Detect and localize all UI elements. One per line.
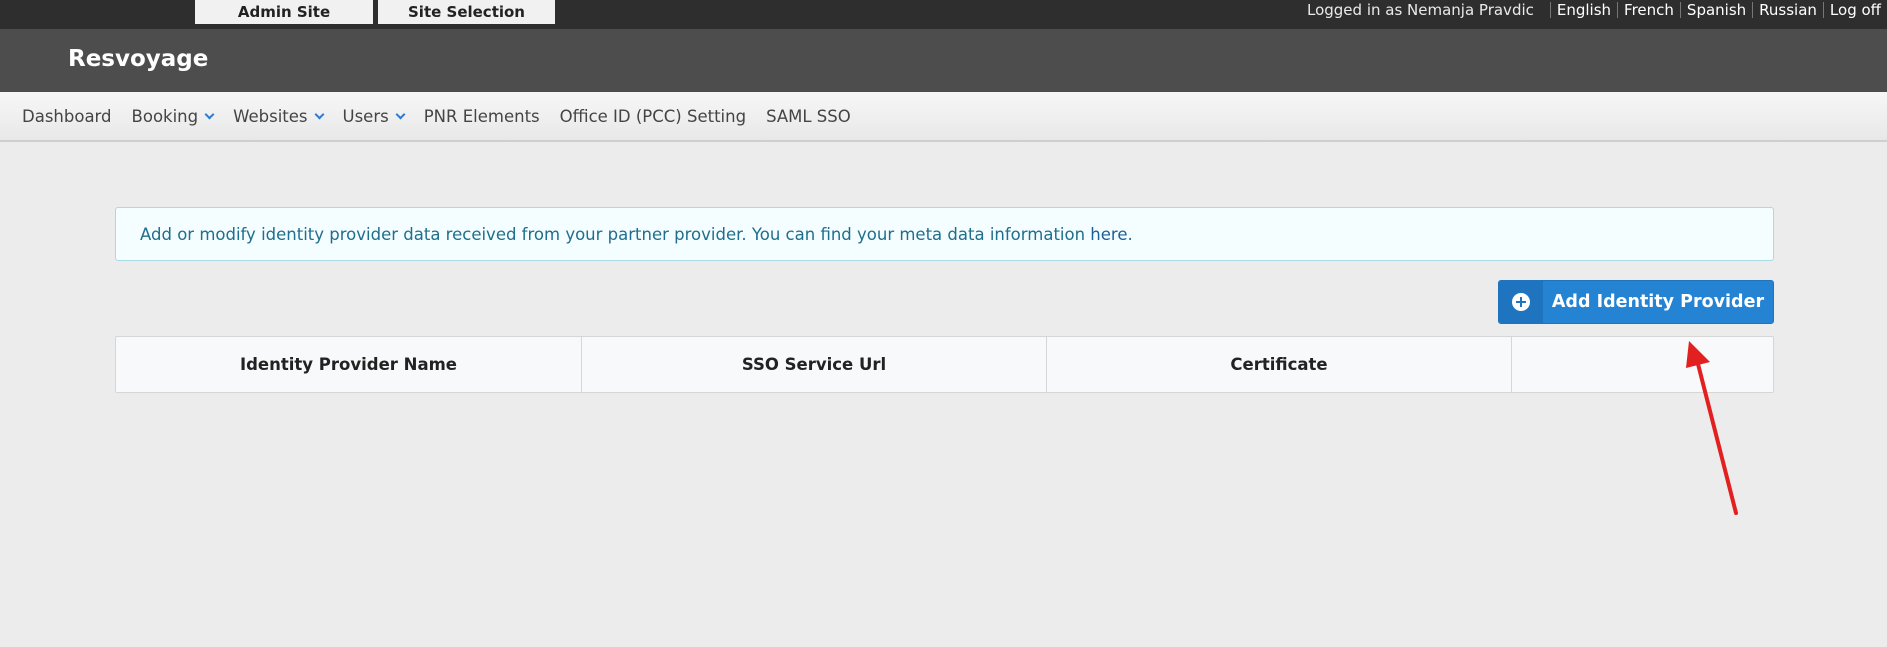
language-russian-link[interactable]: Russian <box>1759 1 1817 19</box>
nav-item-users[interactable]: Users <box>342 106 406 126</box>
divider <box>1822 2 1824 18</box>
top-bar: Admin Site Site Selection Logged in as N… <box>0 0 1887 29</box>
nav-item-office-id-setting[interactable]: Office ID (PCC) Setting <box>560 107 746 126</box>
column-header-certificate[interactable]: Certificate <box>1047 337 1512 392</box>
nav-item-booking[interactable]: Booking <box>131 106 215 126</box>
language-spanish-link[interactable]: Spanish <box>1687 1 1746 19</box>
nav-item-label: Websites <box>233 106 308 126</box>
nav-item-saml-sso[interactable]: SAML SSO <box>766 107 851 126</box>
language-english-link[interactable]: English <box>1557 1 1611 19</box>
nav-item-label: Booking <box>131 106 199 126</box>
brand-bar: Resvoyage <box>0 29 1887 92</box>
divider <box>1752 2 1754 18</box>
divider <box>1617 2 1619 18</box>
add-identity-provider-button[interactable]: Add Identity Provider <box>1498 280 1774 324</box>
nav-item-label: Users <box>342 106 389 126</box>
language-french-link[interactable]: French <box>1624 1 1674 19</box>
add-identity-provider-label: Add Identity Provider <box>1551 292 1765 312</box>
logged-in-text: Logged in as Nemanja Pravdic <box>1306 1 1534 19</box>
tab-site-selection[interactable]: Site Selection <box>378 0 555 24</box>
divider <box>1679 2 1681 18</box>
nav-item-label: PNR Elements <box>423 106 540 126</box>
chevron-down-icon <box>204 109 215 120</box>
button-icon-area <box>1499 281 1543 323</box>
info-alert: Add or modify identity provider data rec… <box>115 207 1774 261</box>
nav-item-label: SAML SSO <box>766 106 851 126</box>
info-text-end: . <box>1127 224 1133 244</box>
plus-circle-icon <box>1512 293 1530 311</box>
brand-title[interactable]: Resvoyage <box>68 46 208 72</box>
divider <box>1549 2 1551 18</box>
chevron-down-icon <box>395 109 406 120</box>
tab-admin-site[interactable]: Admin Site <box>195 0 373 24</box>
nav-item-label: Office ID (PCC) Setting <box>559 106 747 126</box>
nav-item-dashboard[interactable]: Dashboard <box>22 107 112 126</box>
identity-provider-table: Identity Provider Name SSO Service Url C… <box>115 336 1774 393</box>
metadata-link[interactable]: here <box>1090 225 1127 244</box>
column-header-actions <box>1512 337 1773 392</box>
column-header-sso-service-url[interactable]: SSO Service Url <box>582 337 1047 392</box>
column-header-identity-provider-name[interactable]: Identity Provider Name <box>116 337 582 392</box>
info-text: Add or modify identity provider data rec… <box>140 224 1086 244</box>
main-nav: Dashboard Booking Websites Users PNR Ele… <box>0 92 1887 142</box>
logoff-link[interactable]: Log off <box>1830 1 1881 19</box>
nav-item-label: Dashboard <box>22 106 112 126</box>
nav-item-pnr-elements[interactable]: PNR Elements <box>424 107 540 126</box>
user-menu: Logged in as Nemanja Pravdic English Fre… <box>1307 0 1881 20</box>
chevron-down-icon <box>314 109 324 120</box>
nav-item-websites[interactable]: Websites <box>233 106 324 126</box>
